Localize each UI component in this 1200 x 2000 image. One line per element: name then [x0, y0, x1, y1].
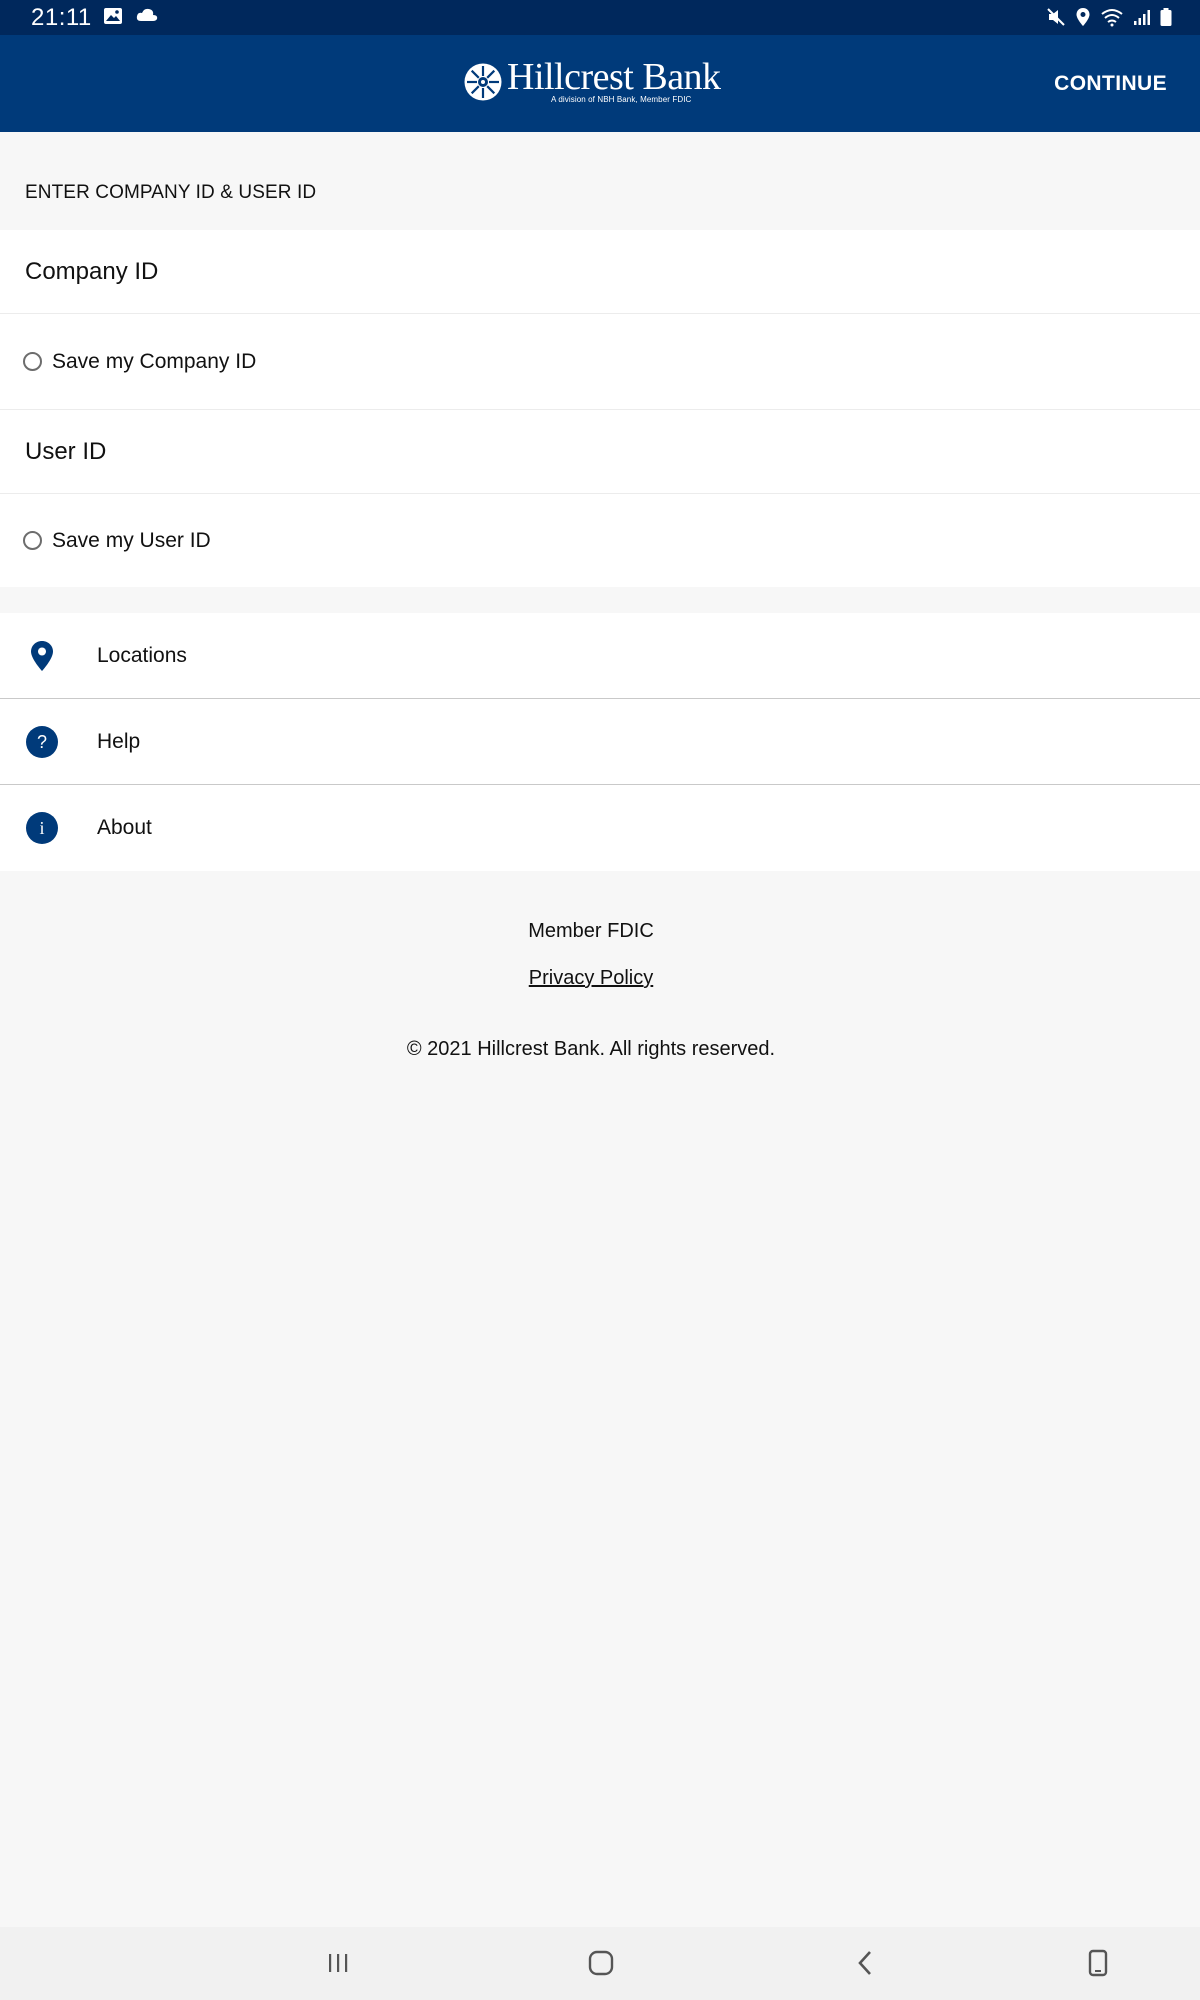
- save-user-id-toggle[interactable]: Save my User ID: [0, 494, 1200, 587]
- screen-rotate-icon[interactable]: [1078, 1945, 1118, 1981]
- login-form: Save my Company ID Save my User ID: [0, 230, 1200, 587]
- recent-apps-icon[interactable]: [318, 1945, 358, 1981]
- user-id-input[interactable]: [25, 437, 1125, 466]
- logo-name: Hillcrest Bank: [507, 56, 721, 98]
- battery-icon: [1160, 8, 1172, 26]
- help-circle-icon: ?: [25, 725, 59, 759]
- menu-item-label: About: [97, 816, 152, 839]
- info-circle-icon: i: [25, 811, 59, 845]
- copyright-text: © 2021 Hillcrest Bank. All rights reserv…: [406, 1038, 776, 1060]
- company-id-input[interactable]: [25, 257, 1125, 286]
- save-company-id-toggle[interactable]: Save my Company ID: [0, 314, 1200, 410]
- privacy-policy-link[interactable]: Privacy Policy: [529, 967, 653, 990]
- save-user-id-label: Save my User ID: [52, 528, 211, 552]
- status-time: 21:11: [31, 4, 92, 31]
- menu-item-label: Locations: [97, 643, 187, 667]
- continue-button[interactable]: CONTINUE: [1054, 72, 1167, 96]
- mute-icon: [1046, 7, 1066, 27]
- section-label: ENTER COMPANY ID & USER ID: [25, 182, 317, 203]
- location-status-icon: [1075, 7, 1091, 27]
- status-right-icons: [1046, 7, 1172, 27]
- menu-item-about[interactable]: i About: [0, 785, 1200, 871]
- cloud-notification-icon: [135, 7, 159, 25]
- menu-item-locations[interactable]: Locations: [0, 613, 1200, 699]
- home-icon[interactable]: [581, 1945, 621, 1981]
- footer: Member FDIC Privacy Policy © 2021 Hillcr…: [0, 920, 1182, 1061]
- location-pin-icon: [25, 639, 59, 673]
- status-bar: 21:11: [0, 0, 1200, 35]
- save-user-id-radio[interactable]: [23, 531, 42, 550]
- wifi-icon: [1100, 7, 1124, 27]
- gallery-notification-icon: [103, 7, 123, 25]
- svg-text:?: ?: [37, 732, 47, 752]
- member-fdic-text: Member FDIC: [528, 920, 654, 942]
- logo-wheel-icon: [464, 63, 502, 101]
- svg-text:i: i: [39, 818, 44, 838]
- user-id-row: [0, 410, 1200, 494]
- signal-icon: [1133, 8, 1151, 26]
- system-nav-bar: [0, 1927, 1200, 2000]
- menu-item-help[interactable]: ? Help: [0, 699, 1200, 785]
- status-left-icons: [103, 7, 159, 25]
- company-id-row: [0, 230, 1200, 314]
- save-company-id-radio[interactable]: [23, 352, 42, 371]
- menu-list: Locations ? Help i About: [0, 613, 1200, 871]
- app-header: Hillcrest Bank A division of NBH Bank, M…: [0, 35, 1200, 132]
- hillcrest-bank-logo: Hillcrest Bank A division of NBH Bank, M…: [463, 56, 721, 104]
- back-icon[interactable]: [845, 1945, 885, 1981]
- menu-item-label: Help: [97, 729, 141, 753]
- save-company-id-label: Save my Company ID: [52, 349, 257, 373]
